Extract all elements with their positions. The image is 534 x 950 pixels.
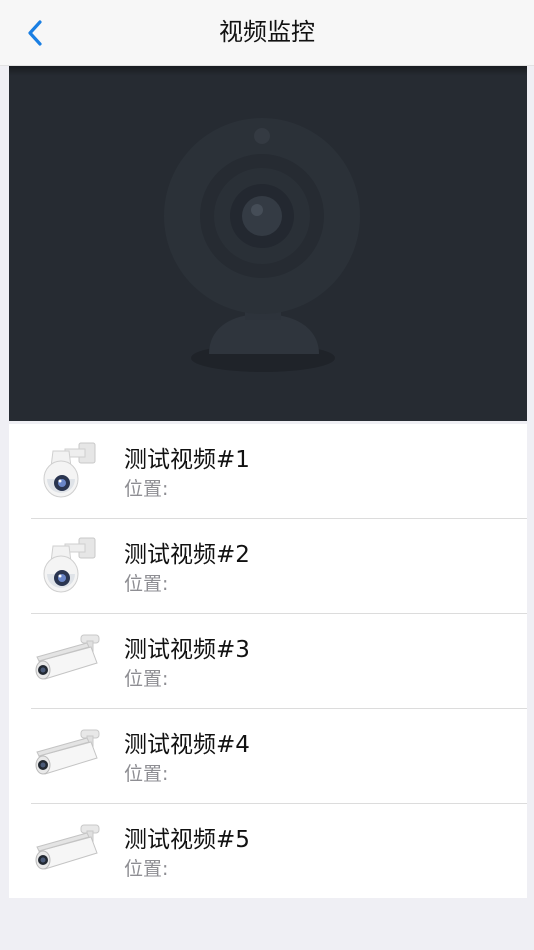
navigation-bar: 视频监控 xyxy=(0,0,534,66)
camera-list-item[interactable]: 测试视频#5 位置: xyxy=(9,804,527,899)
camera-name: 测试视频#5 xyxy=(124,827,250,853)
bullet-camera-icon xyxy=(35,729,100,775)
camera-name: 测试视频#3 xyxy=(124,637,250,663)
camera-location-label: 位置: xyxy=(124,573,169,595)
bullet-camera-icon xyxy=(35,634,100,680)
webcam-placeholder-icon xyxy=(164,118,360,372)
camera-list-item[interactable]: 测试视频#1 位置: xyxy=(9,424,527,519)
camera-location-label: 位置: xyxy=(124,668,169,690)
camera-list-item[interactable]: 测试视频#3 位置: xyxy=(9,614,527,709)
page-title: 视频监控 xyxy=(219,18,315,46)
ptz-dome-camera-icon xyxy=(43,537,96,593)
bullet-camera-icon xyxy=(35,824,100,870)
camera-list: 测试视频#1 位置: 测试视频#2 位置: 测试视频#3 位置: 测试视频#4 … xyxy=(9,424,527,898)
camera-name: 测试视频#4 xyxy=(124,732,250,758)
camera-location-label: 位置: xyxy=(124,858,169,880)
ptz-dome-camera-icon xyxy=(43,442,96,498)
camera-location-label: 位置: xyxy=(124,763,169,785)
camera-name: 测试视频#1 xyxy=(124,447,250,473)
camera-list-item[interactable]: 测试视频#4 位置: xyxy=(9,709,527,804)
camera-location-label: 位置: xyxy=(124,478,169,500)
camera-name: 测试视频#2 xyxy=(124,542,250,568)
camera-list-item[interactable]: 测试视频#2 位置: xyxy=(9,519,527,614)
video-player[interactable] xyxy=(9,66,527,421)
